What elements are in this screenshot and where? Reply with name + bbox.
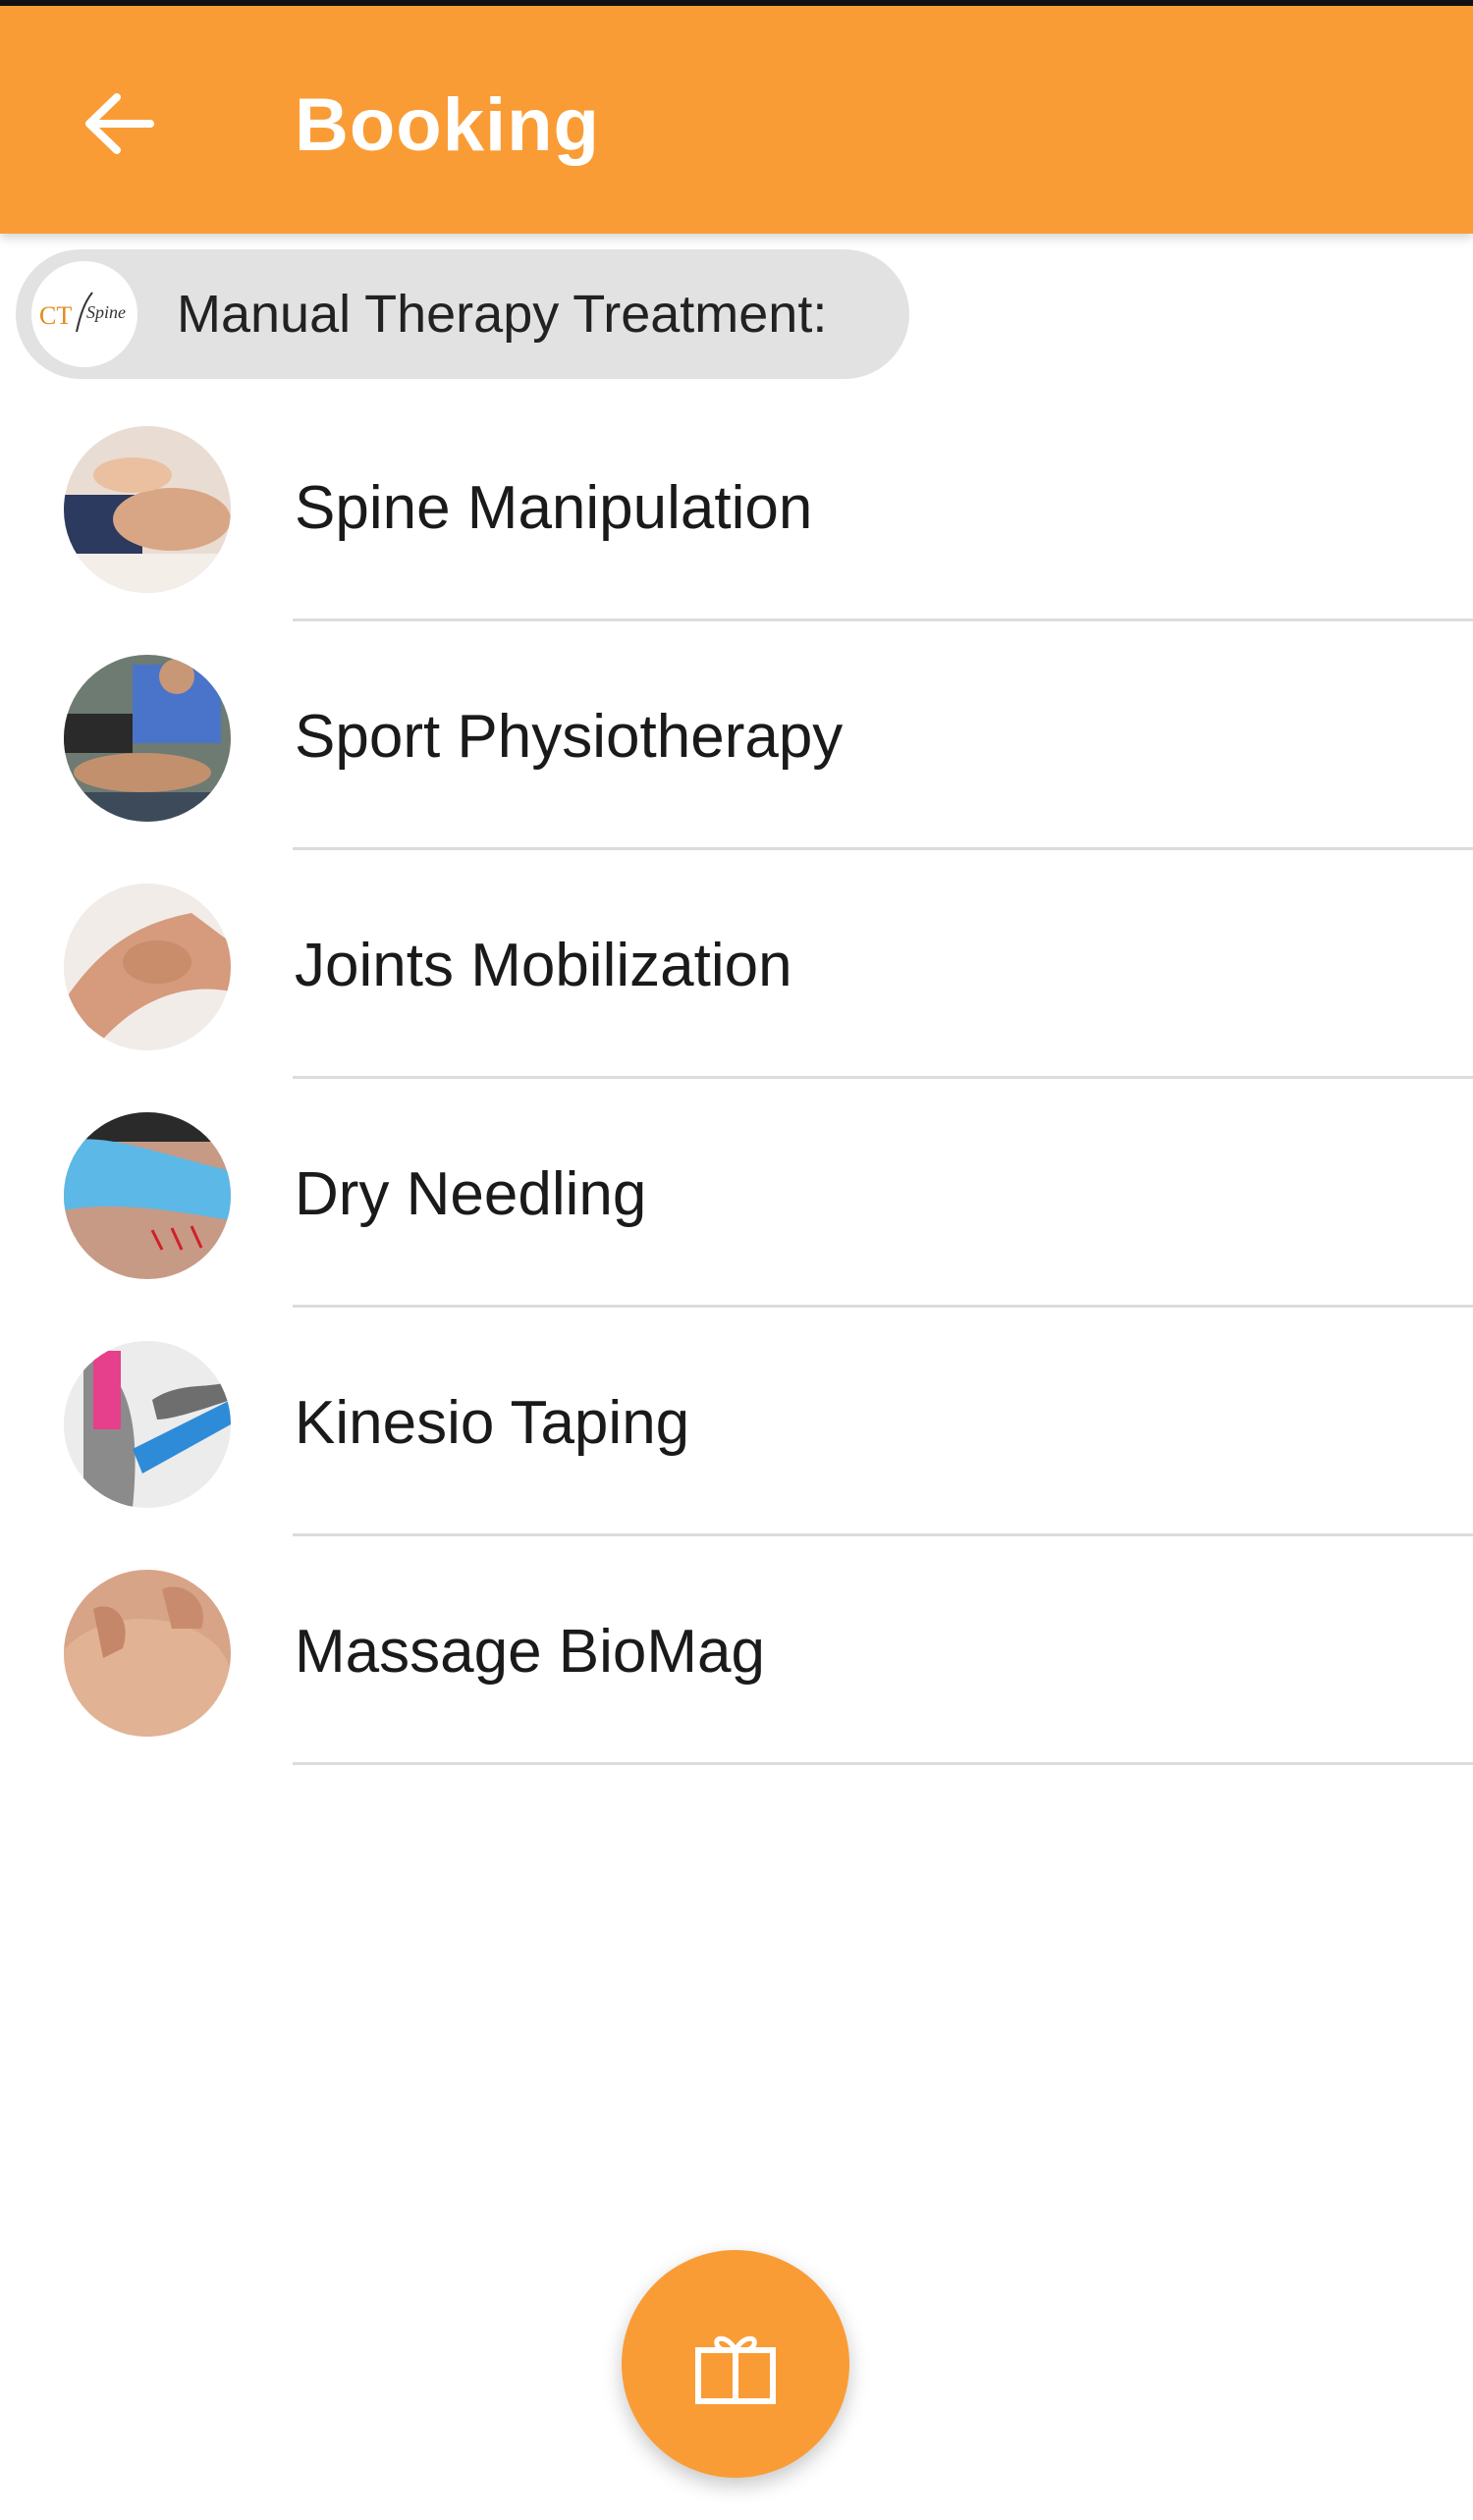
massage-biomag-photo <box>64 1570 231 1737</box>
treatment-label: Kinesio Taping <box>295 1389 690 1457</box>
treatment-item-kinesio-taping[interactable]: Kinesio Taping <box>0 1308 1473 1536</box>
treatment-item-spine-manipulation[interactable]: Spine Manipulation <box>0 393 1473 621</box>
treatment-item-sport-physiotherapy[interactable]: Sport Physiotherapy <box>0 621 1473 850</box>
treatment-label: Dry Needling <box>295 1160 647 1228</box>
section-header-chip: CT Spine Manual Therapy Treatment: <box>16 249 909 379</box>
treatment-label: Spine Manipulation <box>295 474 813 542</box>
divider <box>293 1762 1473 1765</box>
gift-fab-button[interactable] <box>622 2250 849 2478</box>
treatment-item-dry-needling[interactable]: Dry Needling <box>0 1079 1473 1308</box>
back-button[interactable] <box>69 75 167 173</box>
ctspine-logo: CT Spine <box>31 261 137 367</box>
treatment-label: Joints Mobilization <box>295 932 792 999</box>
treatment-list: Spine Manipulation Sport Physiotherapy J… <box>0 393 1473 1765</box>
kinesio-taping-photo <box>64 1341 231 1508</box>
treatment-item-joints-mobilization[interactable]: Joints Mobilization <box>0 850 1473 1079</box>
svg-text:CT: CT <box>39 301 72 330</box>
page-title: Booking <box>295 83 600 167</box>
treatment-label: Sport Physiotherapy <box>295 703 844 771</box>
section-title: Manual Therapy Treatment: <box>177 285 828 344</box>
treatment-label: Massage BioMag <box>295 1618 766 1686</box>
spine-manipulation-photo <box>64 426 231 593</box>
sport-physiotherapy-photo <box>64 655 231 822</box>
gift-icon <box>695 2335 776 2404</box>
joints-mobilization-photo <box>64 884 231 1050</box>
treatment-item-massage-biomag[interactable]: Massage BioMag <box>0 1536 1473 1765</box>
dry-needling-photo <box>64 1112 231 1279</box>
app-bar: Booking <box>0 0 1473 234</box>
arrow-left-icon <box>85 93 154 154</box>
svg-text:Spine: Spine <box>86 302 126 322</box>
booking-screen: Booking CT Spine Manual Therapy Treatmen… <box>0 0 1473 2520</box>
